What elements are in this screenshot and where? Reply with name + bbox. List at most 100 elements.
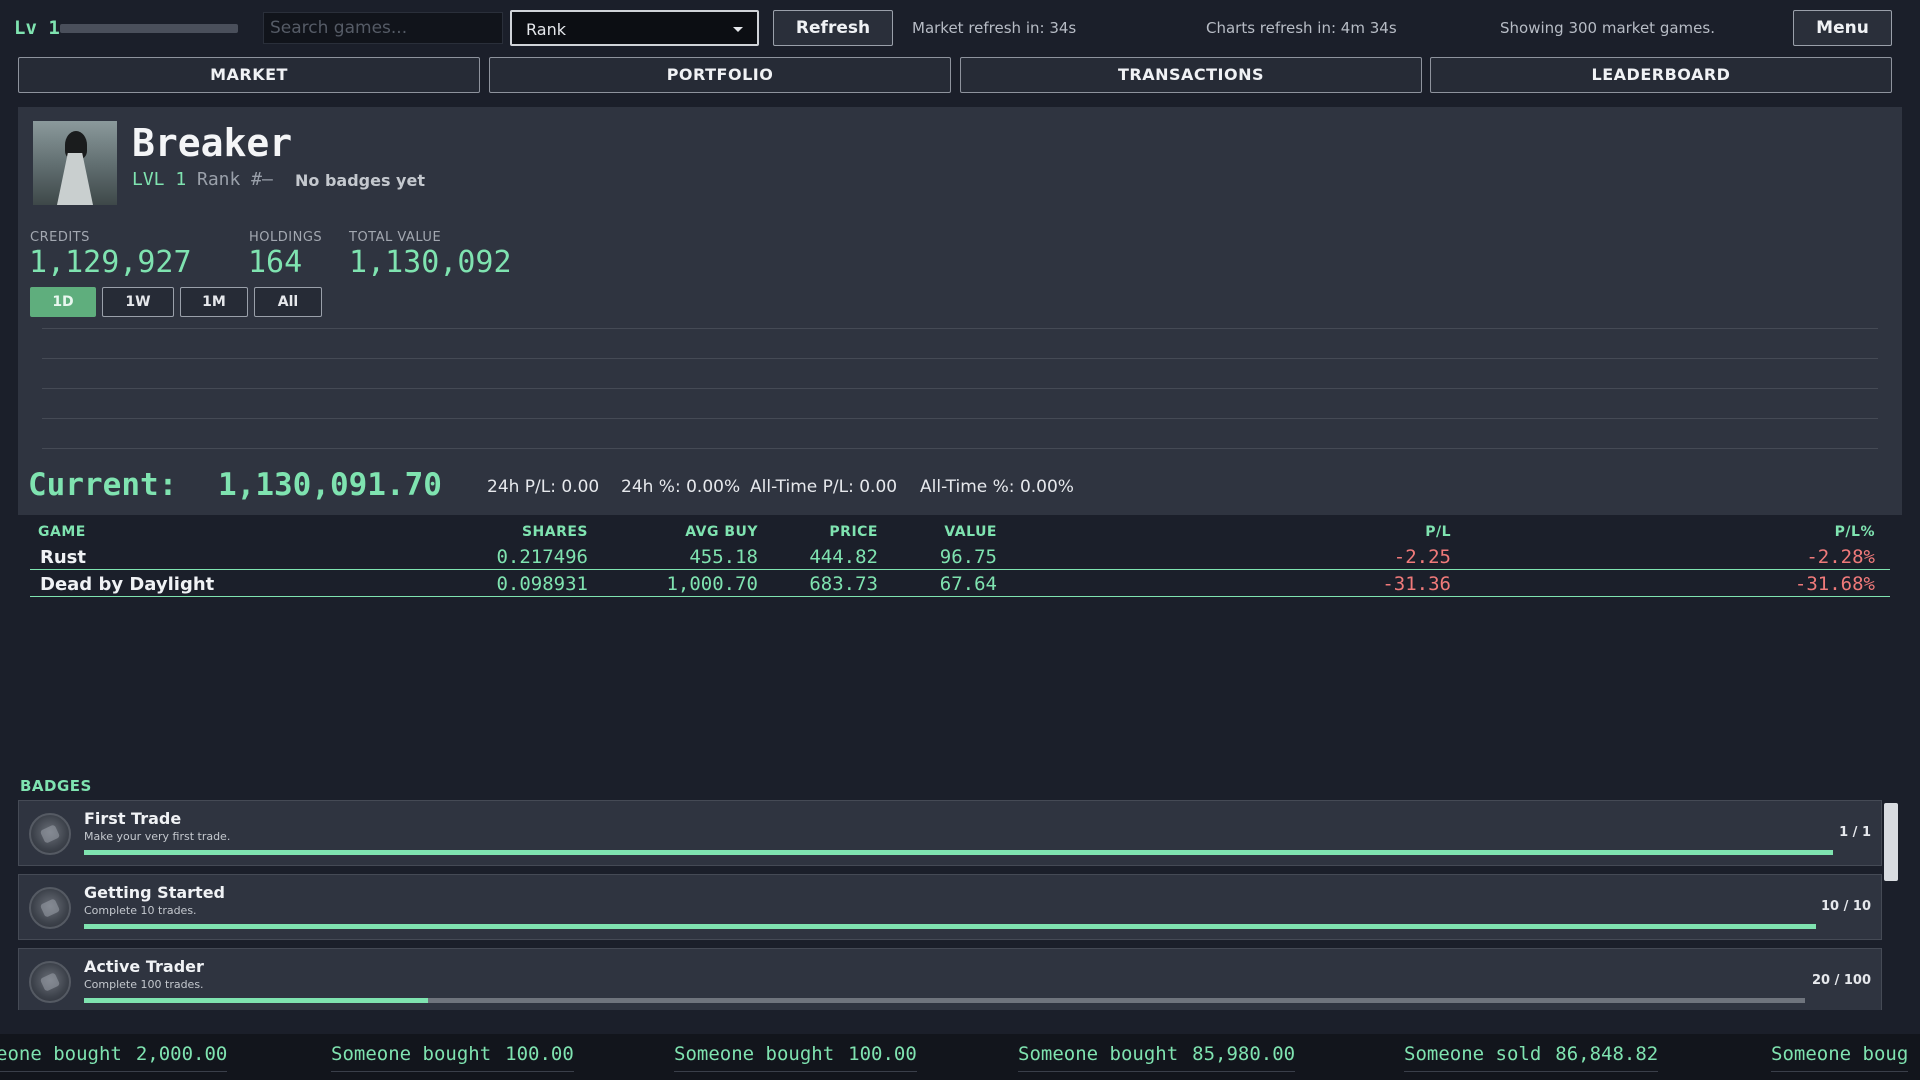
top-bar: Lv 1 Rank Refresh Market refresh in: 34s… <box>0 0 1920 56</box>
game-name[interactable]: Dead by Daylight <box>40 574 214 595</box>
holdings-value: 164 <box>248 245 303 280</box>
holdings-label: HOLDINGS <box>249 230 323 245</box>
avatar <box>33 121 117 205</box>
level-label: Lv 1 <box>14 17 60 39</box>
current-value-label: Current: <box>28 467 178 503</box>
ticker-amount: 100.00 <box>848 1043 917 1065</box>
badge-description: Complete 100 trades. <box>84 978 204 991</box>
search-input[interactable] <box>263 12 503 44</box>
table-row[interactable]: Dead by Daylight 0.098931 1,000.70 683.7… <box>30 570 1890 597</box>
value-cell: 67.64 <box>939 573 997 595</box>
tab-market[interactable]: MARKET <box>18 57 480 93</box>
ticker-text: Someone bought <box>1018 1043 1179 1065</box>
total-value: 1,130,092 <box>349 245 512 280</box>
total-value-label: TOTAL VALUE <box>349 230 442 245</box>
ticker-text: Someone sold <box>1404 1043 1542 1065</box>
badge-progress-bar <box>84 924 1816 929</box>
shares-cell: 0.217496 <box>496 546 588 568</box>
credits-value: 1,129,927 <box>29 245 192 280</box>
chart-gridline <box>42 358 1878 359</box>
market-count-text: Showing 300 market games. <box>1500 19 1715 37</box>
tab-leaderboard[interactable]: LEADERBOARD <box>1430 57 1892 93</box>
badges-scrollbar[interactable] <box>1884 803 1898 881</box>
ticker-text: Someone bought <box>331 1043 492 1065</box>
pl-pct-cell: -2.28% <box>1806 546 1875 568</box>
column-header-pl: P/L <box>1425 524 1451 540</box>
badge-progress-count: 10 / 10 <box>1821 899 1871 914</box>
badge-progress-bar <box>84 998 1805 1003</box>
shares-cell: 0.098931 <box>496 573 588 595</box>
pl-24h: 24h P/L: 0.00 <box>487 477 600 497</box>
ticker-text: Someone boug <box>1771 1043 1909 1065</box>
chart-gridline <box>42 448 1878 449</box>
sort-selected-value: Rank <box>526 20 566 39</box>
sort-select[interactable]: Rank <box>510 10 759 46</box>
badges-list: First Trade Make your very first trade. … <box>18 800 1882 1010</box>
badge-card: Getting Started Complete 10 trades. 10 /… <box>18 874 1882 940</box>
table-row[interactable]: Rust 0.217496 455.18 444.82 96.75 -2.25 … <box>30 543 1890 570</box>
range-1m-button[interactable]: 1M <box>180 287 248 317</box>
trade-badge-icon <box>29 813 71 855</box>
ticker-text: eone bought <box>0 1043 122 1065</box>
ticker-item: Someone bought 100.00 <box>674 1043 917 1072</box>
badge-progress-bar <box>84 850 1833 855</box>
rocket-badge-icon <box>29 887 71 929</box>
game-name[interactable]: Rust <box>40 547 86 568</box>
ticker-item: Someone sold 86,848.82 <box>1404 1043 1659 1072</box>
badges-section-title: BADGES <box>20 777 92 795</box>
tab-portfolio[interactable]: PORTFOLIO <box>489 57 951 93</box>
column-header-price: PRICE <box>829 524 878 540</box>
xp-progress-bar <box>60 24 238 33</box>
market-refresh-timer: Market refresh in: 34s <box>912 19 1077 37</box>
value-cell: 96.75 <box>939 546 997 568</box>
range-1w-button[interactable]: 1W <box>102 287 174 317</box>
pct-all-time: All-Time %: 0.00% <box>920 477 1074 497</box>
chart-gridline <box>42 388 1878 389</box>
column-header-value: VALUE <box>944 524 997 540</box>
avg-buy-cell: 1,000.70 <box>666 573 758 595</box>
credits-label: CREDITS <box>30 230 90 245</box>
trade-ticker: eone bought 2,000.00 Someone bought 100.00… <box>0 1034 1920 1080</box>
user-level: LVL 1 <box>132 169 187 190</box>
trader-badge-icon <box>29 961 71 1003</box>
ticker-item: Someone boug <box>1771 1043 1909 1072</box>
ticker-item: Someone bought 85,980.00 <box>1018 1043 1296 1072</box>
pl-cell: -31.36 <box>1382 573 1451 595</box>
avatar-figure-body <box>57 153 93 205</box>
chart-gridline <box>42 418 1878 419</box>
price-cell: 683.73 <box>809 573 878 595</box>
badge-name: Getting Started <box>84 883 225 902</box>
refresh-button[interactable]: Refresh <box>773 10 893 46</box>
pl-all-time: All-Time P/L: 0.00 <box>750 477 898 497</box>
ticker-amount: 2,000.00 <box>135 1043 228 1065</box>
range-1d-button[interactable]: 1D <box>30 287 96 317</box>
badge-name: First Trade <box>84 809 182 828</box>
current-value: 1,130,091.70 <box>218 467 442 503</box>
ticker-amount: 100.00 <box>505 1043 574 1065</box>
chart-gridline <box>42 328 1878 329</box>
range-all-button[interactable]: All <box>254 287 322 317</box>
column-header-shares: SHARES <box>521 524 588 540</box>
badge-progress-count: 20 / 100 <box>1811 973 1871 988</box>
ticker-item: eone bought 2,000.00 <box>0 1043 228 1072</box>
pct-24h: 24h %: 0.00% <box>621 477 741 497</box>
badge-progress-fill <box>84 924 1816 929</box>
charts-refresh-timer: Charts refresh in: 4m 34s <box>1206 19 1397 37</box>
ticker-text: Someone bought <box>674 1043 835 1065</box>
column-header-avg-buy: AVG BUY <box>685 524 758 540</box>
badge-description: Make your very first trade. <box>84 830 231 843</box>
column-header-game: GAME <box>38 524 86 540</box>
tab-transactions[interactable]: TRANSACTIONS <box>960 57 1422 93</box>
column-header-pl-pct: P/L% <box>1834 524 1875 540</box>
menu-button[interactable]: Menu <box>1793 10 1892 46</box>
pl-cell: -2.25 <box>1393 546 1451 568</box>
badge-progress-fill <box>84 998 429 1003</box>
badge-card: First Trade Make your very first trade. … <box>18 800 1882 866</box>
user-name: Breaker <box>132 121 293 165</box>
badge-card: Active Trader Complete 100 trades. 20 / … <box>18 948 1882 1010</box>
portfolio-panel: Breaker LVL 1 Rank #— No badges yet CRED… <box>18 107 1902 515</box>
avg-buy-cell: 455.18 <box>689 546 758 568</box>
badge-description: Complete 10 trades. <box>84 904 197 917</box>
ticker-amount: 85,980.00 <box>1192 1043 1296 1065</box>
price-cell: 444.82 <box>809 546 878 568</box>
